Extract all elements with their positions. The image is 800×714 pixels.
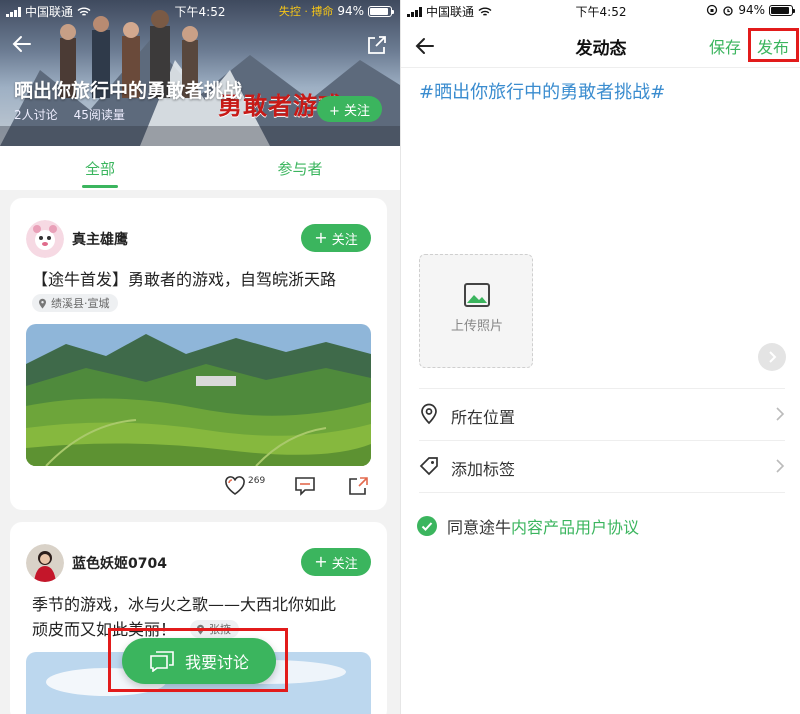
upload-photo-button[interactable]: 上传照片	[419, 254, 533, 368]
topic-title: 晒出你旅行中的勇敢者挑战	[14, 80, 243, 102]
share-icon[interactable]	[366, 34, 388, 56]
topic-stats: 2人讨论 45阅读量	[14, 106, 125, 123]
location-label: 绩溪县·宣城	[51, 297, 110, 310]
save-button[interactable]: 保存	[709, 34, 741, 58]
scroll-indicator[interactable]	[758, 343, 786, 371]
tag-icon	[419, 457, 438, 476]
post-actions: 269	[10, 476, 387, 500]
follow-button[interactable]: + 关注	[301, 224, 371, 252]
highlight-box-publish	[748, 28, 799, 62]
compose-screen: 中国联通 下午4:52 94% 发动态 保存 发布 #晒出你旅行中的勇敢者挑战#…	[400, 0, 800, 714]
follow-label: 关注	[331, 232, 358, 248]
upload-label: 上传照片	[450, 319, 503, 334]
agreement-link[interactable]: 内容产品用户协议	[511, 518, 639, 537]
nav-bar: 发动态 保存 发布	[401, 22, 800, 68]
avatar[interactable]	[26, 544, 64, 582]
location-row[interactable]: 所在位置	[419, 388, 785, 440]
back-arrow-icon[interactable]	[10, 32, 34, 56]
topic-detail-screen: 中国联通 下午4:52 失控 · 搏命 94% 勇敢者游戏2 晒出你旅行中的勇敢…	[0, 0, 400, 714]
tag-row[interactable]: 添加标签	[419, 440, 785, 492]
post-text-line-1[interactable]: 季节的游戏，冰与火之歌——大西北你如此	[32, 591, 336, 618]
image-icon	[464, 283, 490, 307]
username[interactable]: 蓝色妖姬0704	[72, 553, 167, 573]
location-pin-icon	[421, 403, 437, 425]
location-pin-icon	[39, 298, 46, 308]
follow-label: 关注	[331, 556, 358, 572]
post-card[interactable]: 真主雄鹰 + 关注 【途牛首发】勇敢者的游戏，自驾皖浙天路 绩溪县·宣城 269	[10, 198, 387, 510]
feed-tabs: 全部 参与者	[0, 146, 400, 190]
post-text[interactable]: 【途牛首发】勇敢者的游戏，自驾皖浙天路	[32, 266, 336, 293]
topic-follow-button[interactable]: + 关注	[316, 96, 382, 122]
status-bar: 中国联通 下午4:52 94%	[401, 0, 800, 22]
location-tag[interactable]: 绩溪县·宣城	[32, 294, 118, 312]
topic-hashtag-input[interactable]: #晒出你旅行中的勇敢者挑战#	[419, 78, 665, 104]
plus-icon: +	[314, 228, 328, 247]
screen-root: 中国联通 下午4:52 失控 · 搏命 94% 勇敢者游戏2 晒出你旅行中的勇敢…	[0, 0, 800, 714]
battery-icon	[368, 5, 394, 17]
alarm-icon	[723, 6, 733, 16]
username[interactable]: 真主雄鹰	[72, 229, 128, 249]
plus-icon: +	[314, 552, 328, 571]
battery-percent: 94%	[337, 4, 364, 18]
agreement-row: 同意途牛内容产品用户协议	[417, 514, 639, 538]
share-icon[interactable]	[348, 476, 370, 496]
like-button[interactable]: 269	[224, 476, 265, 498]
agree-checkbox[interactable]	[417, 516, 437, 536]
highlight-box-discuss	[108, 628, 288, 692]
lock-rotation-icon	[707, 4, 718, 16]
avatar[interactable]	[26, 220, 64, 258]
divider	[419, 492, 785, 493]
battery-icon	[769, 4, 795, 16]
heart-icon	[225, 476, 245, 495]
battery-percent: 94%	[738, 3, 765, 17]
chevron-right-icon	[776, 407, 785, 421]
comment-icon[interactable]	[294, 476, 316, 496]
tab-all[interactable]: 全部	[0, 146, 200, 190]
like-count: 269	[248, 476, 266, 486]
follow-button[interactable]: + 关注	[301, 548, 371, 576]
topic-hero-banner: 中国联通 下午4:52 失控 · 搏命 94% 勇敢者游戏2 晒出你旅行中的勇敢…	[0, 0, 400, 146]
tag-label: 添加标签	[451, 460, 516, 479]
check-icon	[421, 522, 433, 531]
location-label: 所在位置	[451, 408, 516, 427]
status-banner: 失控 · 搏命	[278, 5, 334, 18]
tab-participants[interactable]: 参与者	[200, 146, 400, 190]
status-bar: 中国联通 下午4:52 失控 · 搏命 94%	[0, 0, 400, 22]
discussion-count: 2人讨论	[14, 108, 58, 122]
post-photo[interactable]	[26, 324, 371, 466]
read-count: 45阅读量	[73, 108, 125, 122]
agree-text: 同意途牛	[447, 518, 512, 537]
chevron-right-icon	[776, 459, 785, 473]
